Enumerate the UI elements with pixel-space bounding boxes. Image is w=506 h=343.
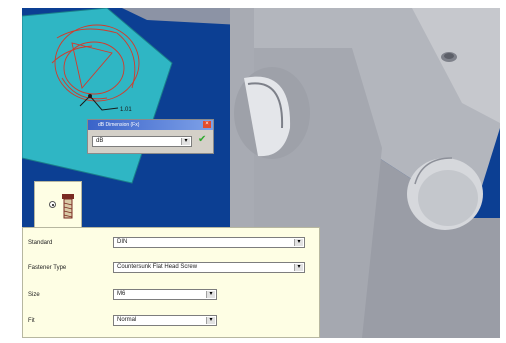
size-label: Size [28, 292, 40, 298]
screenshot: 1.01 dB Dimension (Fx) × dB ▾ ✔ Standard… [0, 0, 506, 343]
front-hole-inner [418, 170, 478, 226]
radio-dot [51, 203, 54, 206]
chevron-down-icon[interactable]: ▾ [294, 264, 303, 271]
chevron-down-icon[interactable]: ▾ [294, 239, 303, 246]
dimension-value-combo[interactable]: dB ▾ [92, 136, 192, 147]
close-icon[interactable]: × [203, 121, 211, 128]
small-hole-depth [444, 53, 454, 59]
chevron-down-icon[interactable]: ▾ [206, 317, 215, 324]
dimension-dialog-title: dB Dimension (Fx) [88, 120, 213, 130]
fastener-type-select[interactable]: Countersunk Flat Head Screw ▾ [113, 262, 305, 273]
cad-viewport[interactable]: 1.01 dB Dimension (Fx) × dB ▾ ✔ Standard… [22, 8, 500, 338]
standard-value: DIN [117, 239, 128, 245]
chevron-down-icon[interactable]: ▾ [181, 138, 190, 145]
fastener-radio[interactable] [49, 201, 56, 208]
fastener-property-grid: Standard DIN ▾ Fastener Type Countersunk… [22, 227, 320, 338]
dimension-value-text: dB [96, 138, 104, 144]
fit-value: Normal [117, 317, 137, 323]
size-select[interactable]: M6 ▾ [113, 289, 217, 300]
size-value: M6 [117, 291, 126, 297]
sketch-plane [22, 8, 173, 184]
dimension-value: 1.01 [120, 107, 132, 113]
fastener-tab[interactable] [34, 181, 82, 229]
dimension-dialog[interactable]: dB Dimension (Fx) × dB ▾ ✔ [87, 119, 214, 154]
screw-icon [62, 194, 74, 219]
fastener-type-label: Fastener Type [28, 265, 67, 271]
fastener-type-value: Countersunk Flat Head Screw [117, 264, 198, 270]
fit-select[interactable]: Normal ▾ [113, 315, 217, 326]
chevron-down-icon[interactable]: ▾ [206, 291, 215, 298]
checkmark-icon[interactable]: ✔ [198, 134, 206, 145]
fit-label: Fit [28, 318, 35, 324]
standard-select[interactable]: DIN ▾ [113, 237, 305, 248]
fastener-properties-panel: Standard DIN ▾ Fastener Type Countersunk… [22, 181, 321, 338]
standard-label: Standard [28, 240, 53, 246]
